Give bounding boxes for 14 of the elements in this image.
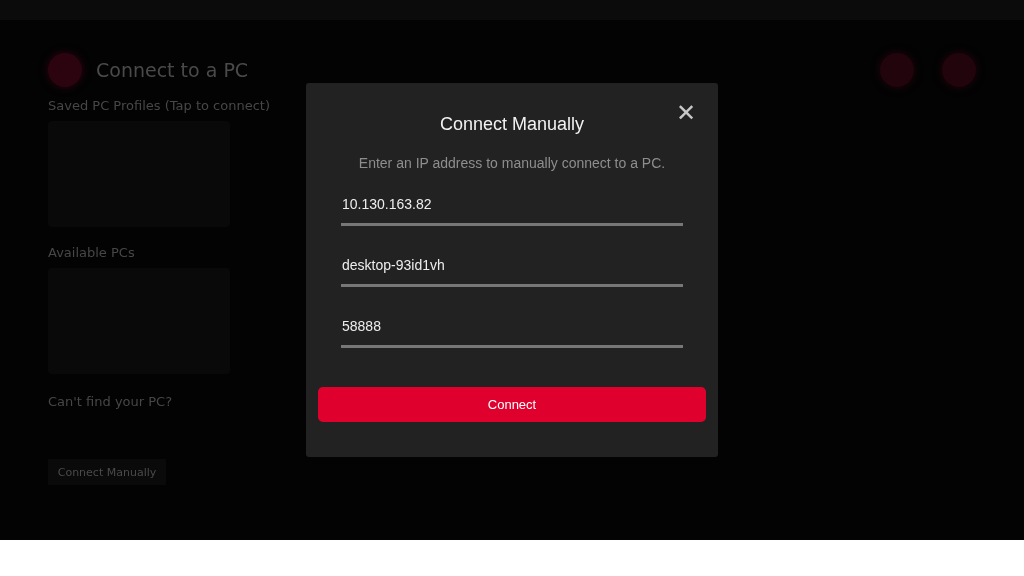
settings-button[interactable]	[942, 53, 976, 87]
dialog-subtitle: Enter an IP address to manually connect to a PC.	[358, 155, 666, 171]
section-heading: Saved PC Profiles (Tap to connect)	[48, 98, 270, 113]
dialog-title: Connect Manually	[439, 114, 585, 135]
close-button[interactable]: ✕	[672, 99, 700, 127]
input-field[interactable]: desktop-93id1vh	[341, 253, 683, 287]
page-title: Connect to a PC	[96, 59, 249, 81]
section-heading: Can't find your PC?	[48, 394, 173, 409]
back-button[interactable]	[48, 53, 82, 87]
refresh-button[interactable]	[880, 53, 914, 87]
section-heading: Available PCs	[48, 245, 135, 260]
input-field[interactable]: 58888	[341, 314, 683, 348]
connect-button[interactable]: Connect	[318, 387, 706, 422]
input-field[interactable]: 10.130.163.82	[341, 192, 683, 226]
